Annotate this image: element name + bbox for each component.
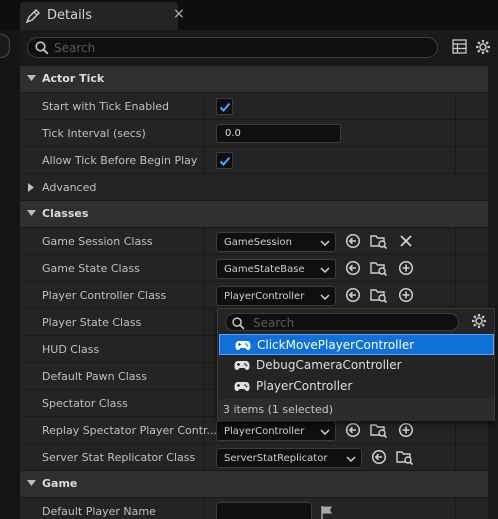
close-tab-icon[interactable]: ×	[173, 6, 185, 22]
selection-count: 3 items (1 selected)	[223, 403, 334, 416]
row-advanced[interactable]: Advanced	[20, 174, 488, 201]
gamepad-icon	[234, 382, 250, 391]
gamepad-icon	[234, 361, 250, 370]
section-title: Classes	[42, 207, 89, 220]
row-game-state-class: Game State Class GameStateBase	[20, 255, 488, 282]
section-game[interactable]: Game	[20, 471, 488, 497]
game-session-combo[interactable]: GameSession	[216, 232, 336, 252]
details-search[interactable]	[27, 37, 438, 58]
dropdown-item[interactable]: ClickMovePlayerController	[219, 334, 494, 355]
chevron-down-icon	[27, 210, 36, 216]
tick-interval-field[interactable]: 0.0	[216, 124, 341, 143]
side-panel-edge	[0, 34, 10, 58]
add-plus-icon[interactable]	[398, 287, 414, 307]
gamepad-icon	[235, 341, 251, 350]
localization-flag-icon[interactable]	[320, 504, 334, 519]
browse-folder-icon[interactable]	[370, 260, 388, 281]
table-view-icon[interactable]	[452, 39, 467, 58]
section-title: Actor Tick	[42, 72, 105, 85]
settings-gear-icon[interactable]	[471, 313, 487, 333]
row-server-stat-replicator-class: Server Stat Replicator Class ServerStatR…	[20, 444, 488, 471]
property-label: Server Stat Replicator Class	[42, 451, 196, 464]
checkmark-icon	[219, 102, 231, 112]
dropdown-item-label: PlayerController	[256, 379, 353, 393]
row-default-player-name: Default Player Name	[20, 498, 488, 519]
start-with-tick-checkbox[interactable]	[216, 98, 233, 115]
search-input[interactable]	[54, 39, 424, 56]
chevron-down-icon	[320, 240, 330, 246]
property-label: Allow Tick Before Begin Play	[42, 154, 198, 167]
row-player-controller-class: Player Controller Class PlayerController	[20, 282, 488, 309]
chevron-down-icon	[27, 480, 36, 486]
advanced-label: Advanced	[42, 181, 97, 194]
search-icon	[35, 41, 49, 55]
property-label: Game State Class	[42, 262, 140, 275]
player-controller-combo[interactable]: PlayerController	[216, 286, 336, 306]
property-label: Game Session Class	[42, 235, 153, 248]
use-selected-icon[interactable]	[345, 260, 361, 280]
default-player-name-field[interactable]	[216, 502, 312, 519]
property-label: Start with Tick Enabled	[42, 100, 170, 113]
chevron-down-icon	[320, 267, 330, 273]
replay-spectator-combo[interactable]: PlayerController	[216, 421, 336, 441]
section-classes[interactable]: Classes	[20, 201, 488, 227]
search-icon	[232, 317, 245, 330]
row-replay-spectator-class: Replay Spectator Player Contr... PlayerC…	[20, 417, 488, 444]
use-selected-icon[interactable]	[345, 287, 361, 307]
server-stat-combo[interactable]: ServerStatReplicator	[216, 448, 362, 468]
section-title: Game	[42, 477, 78, 490]
property-label: Tick Interval (secs)	[42, 127, 146, 140]
property-label: Player Controller Class	[42, 289, 167, 302]
use-selected-icon[interactable]	[345, 422, 361, 442]
chevron-down-icon	[320, 294, 330, 300]
property-label: Replay Spectator Player Contr...	[42, 424, 218, 437]
row-tick-interval: Tick Interval (secs) 0.0	[20, 120, 488, 147]
scrollbar[interactable]	[488, 66, 498, 519]
class-picker-dropdown: ClickMovePlayerController DebugCameraCon…	[217, 308, 495, 421]
combo-value: GameStateBase	[224, 264, 305, 275]
dropdown-search-input[interactable]	[253, 315, 453, 330]
clear-x-icon[interactable]	[398, 233, 414, 253]
pencil-details-icon	[25, 8, 41, 28]
row-game-session-class: Game Session Class GameSession	[20, 228, 488, 255]
browse-folder-icon[interactable]	[370, 287, 388, 308]
dropdown-status-bar: 3 items (1 selected)	[219, 399, 494, 421]
details-tab[interactable]: Details ×	[20, 2, 185, 30]
property-label: Default Pawn Class	[42, 370, 147, 383]
row-start-with-tick: Start with Tick Enabled	[20, 93, 488, 120]
tab-title: Details	[47, 8, 93, 23]
property-label: Spectator Class	[42, 397, 128, 410]
combo-value: PlayerController	[224, 291, 305, 302]
use-selected-icon[interactable]	[371, 449, 387, 469]
use-selected-icon[interactable]	[345, 233, 361, 253]
property-label: HUD Class	[42, 343, 100, 356]
combo-value: GameSession	[224, 237, 292, 248]
combo-value: ServerStatReplicator	[224, 453, 328, 464]
browse-folder-icon[interactable]	[370, 233, 388, 254]
browse-folder-icon[interactable]	[370, 422, 388, 443]
chevron-down-icon	[346, 456, 356, 462]
dropdown-item-label: DebugCameraController	[256, 358, 402, 372]
combo-value: PlayerController	[224, 426, 305, 437]
section-actor-tick[interactable]: Actor Tick	[20, 66, 488, 92]
dropdown-item[interactable]: DebugCameraController	[219, 355, 494, 376]
chevron-down-icon	[27, 75, 36, 81]
add-plus-icon[interactable]	[398, 260, 414, 280]
dropdown-search[interactable]	[225, 313, 459, 331]
chevron-right-icon	[28, 183, 34, 192]
game-state-combo[interactable]: GameStateBase	[216, 259, 336, 279]
dropdown-item[interactable]: PlayerController	[219, 376, 494, 397]
chevron-down-icon	[320, 429, 330, 435]
property-label: Player State Class	[42, 316, 142, 329]
property-label: Default Player Name	[42, 505, 156, 518]
dropdown-item-label: ClickMovePlayerController	[257, 338, 415, 352]
checkmark-icon	[219, 156, 231, 166]
allow-tick-checkbox[interactable]	[216, 152, 233, 169]
settings-gear-icon[interactable]	[475, 39, 491, 59]
browse-folder-icon[interactable]	[396, 449, 414, 470]
row-allow-tick: Allow Tick Before Begin Play	[20, 147, 488, 174]
add-plus-icon[interactable]	[398, 422, 414, 442]
